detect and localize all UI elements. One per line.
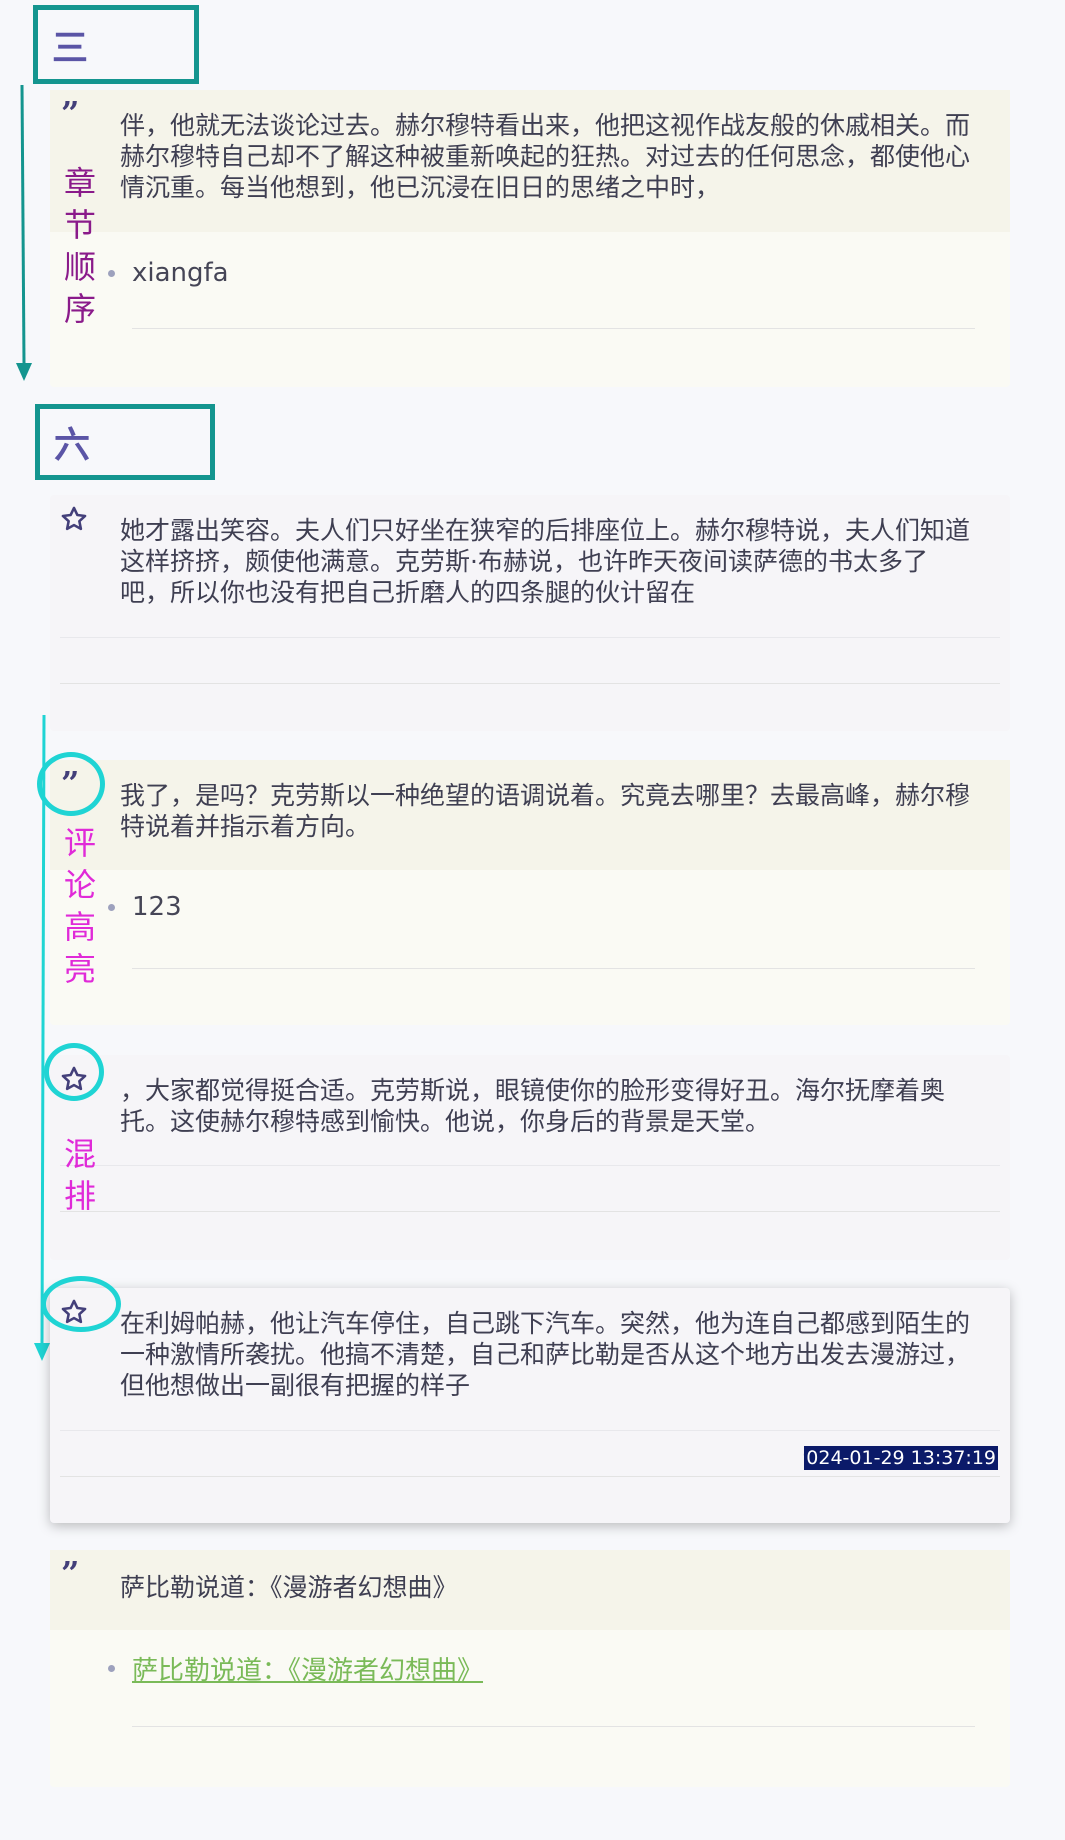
bookmark-text: ，大家都觉得挺合适。克劳斯说，眼镜使你的脸形变得好丑。海尔抚摩着奥托。这使赫尔穆… bbox=[120, 1076, 946, 1136]
svg-text:”: ” bbox=[61, 1560, 79, 1588]
comment-item: 萨比勒说道：《漫游者幻想曲》 bbox=[132, 1630, 970, 1687]
highlight-circle bbox=[44, 1043, 104, 1101]
quote-text: 萨比勒说道：《漫游者幻想曲》 bbox=[120, 1573, 458, 1602]
bookmark-card[interactable]: 她才露出笑容。夫人们只好坐在狭窄的后排座位上。赫尔穆特说，夫人们知道这样挤挤，颇… bbox=[50, 495, 1010, 731]
quote-card[interactable]: ” 萨比勒说道：《漫游者幻想曲》 萨比勒说道：《漫游者幻想曲》 bbox=[50, 1550, 1010, 1787]
chapter-order-label: 章节顺序 bbox=[59, 166, 97, 334]
chapter-heading[interactable]: 三 bbox=[33, 5, 199, 84]
timestamp-row: •2 024-01-29 13:37:19 bbox=[50, 1430, 1010, 1478]
comment-item: xiangfa bbox=[132, 232, 970, 288]
bookmark-text: 她才露出笑容。夫人们只好坐在狭窄的后排座位上。赫尔穆特说，夫人们知道这样挤挤，颇… bbox=[120, 516, 971, 607]
divider bbox=[132, 1726, 975, 1727]
divider bbox=[60, 637, 1000, 638]
bookmark-card-selected[interactable]: 在利姆帕赫，他让汽车停住，自己跳下汽车。突然，他为连自己都感到陌生的一种激情所袭… bbox=[50, 1288, 1010, 1523]
comment-item: 123 bbox=[132, 870, 970, 922]
mixed-layout-label: 混排 bbox=[59, 1137, 97, 1221]
svg-text:”: ” bbox=[61, 100, 79, 128]
quote-card[interactable]: ” 我了，是吗？克劳斯以一种绝望的语调说着。究竟去哪里？去最高峰，赫尔穆特说着并… bbox=[50, 760, 1010, 1025]
divider bbox=[60, 683, 1000, 684]
highlight-circle bbox=[37, 752, 105, 816]
comment-text: 123 bbox=[132, 892, 182, 922]
bookmark-card[interactable]: ，大家都觉得挺合适。克劳斯说，眼镜使你的脸形变得好丑。海尔抚摩着奥托。这使赫尔穆… bbox=[50, 1055, 1010, 1260]
quote-text: 我了，是吗？克劳斯以一种绝望的语调说着。究竟去哪里？去最高峰，赫尔穆特说着并指示… bbox=[120, 781, 971, 841]
divider bbox=[132, 968, 975, 969]
chapter-heading-label: 三 bbox=[52, 27, 89, 69]
comment-highlight-label: 评论高亮 bbox=[59, 826, 97, 994]
divider bbox=[132, 328, 975, 329]
chapter-heading-label: 六 bbox=[54, 425, 91, 466]
quote-text: 伴，他就无法谈论过去。赫尔穆特看出来，他把这视作战友般的休戚相关。而赫尔穆特自己… bbox=[120, 111, 971, 202]
comment-link[interactable]: 萨比勒说道：《漫游者幻想曲》 bbox=[132, 1650, 483, 1687]
chapter-heading[interactable]: 六 bbox=[35, 404, 215, 480]
divider bbox=[60, 1211, 1000, 1212]
highlight-circle bbox=[41, 1276, 121, 1332]
comment-text: xiangfa bbox=[132, 258, 229, 288]
quote-card[interactable]: ” 伴，他就无法谈论过去。赫尔穆特看出来，他把这视作战友般的休戚相关。而赫尔穆特… bbox=[50, 90, 1010, 387]
divider bbox=[60, 1165, 1000, 1166]
star-icon[interactable] bbox=[60, 505, 88, 533]
timestamp[interactable]: 024-01-29 13:37:19 bbox=[804, 1446, 998, 1470]
bookmark-text: 在利姆帕赫，他让汽车停住，自己跳下汽车。突然，他为连自己都感到陌生的一种激情所袭… bbox=[120, 1309, 971, 1400]
quote-icon[interactable]: ” bbox=[60, 1554, 88, 1592]
divider bbox=[60, 1476, 1000, 1477]
chapter-order-arrow bbox=[16, 85, 32, 381]
quote-icon[interactable]: ” bbox=[60, 94, 88, 132]
